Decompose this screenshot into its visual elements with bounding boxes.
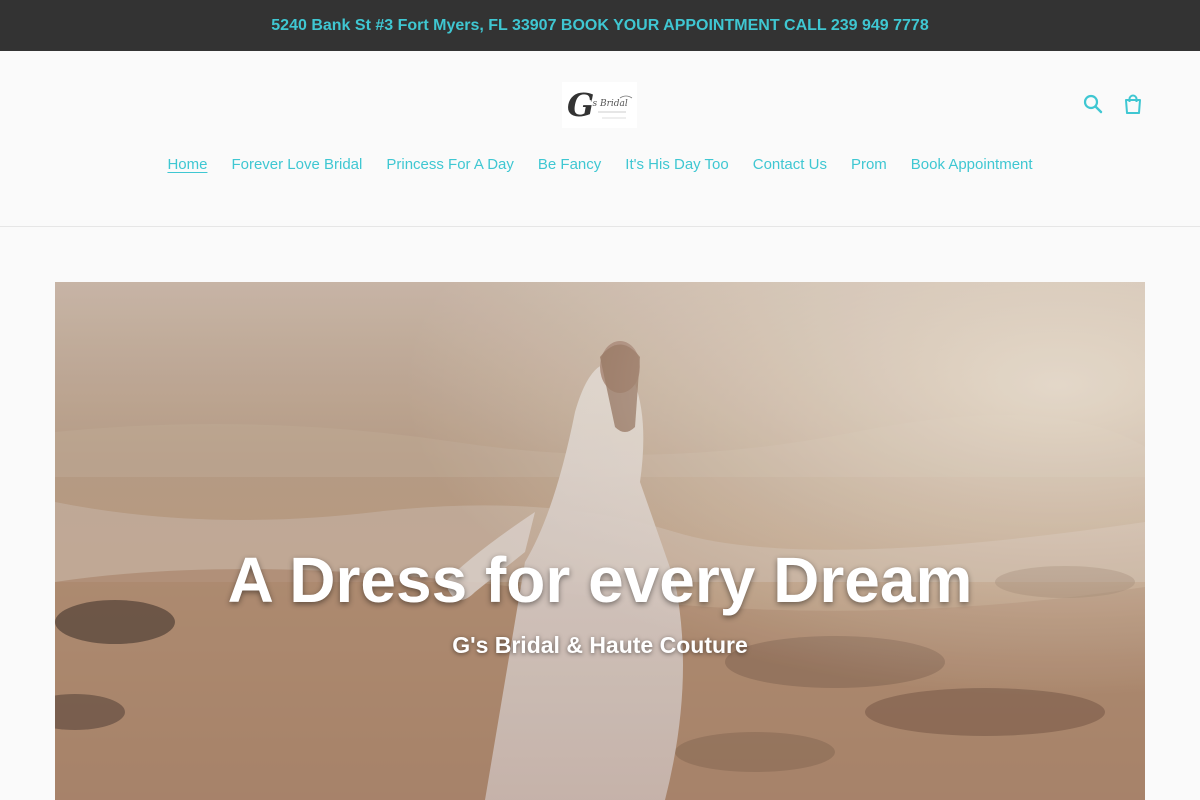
logo-image: G 's Bridal [562,82,637,128]
nav-item-be-fancy[interactable]: Be Fancy [526,154,613,176]
hero-title: A Dress for every Dream [227,544,973,616]
nav-item-book-appointment[interactable]: Book Appointment [899,154,1045,176]
header-icons [1080,91,1146,117]
hero-image [55,282,1145,800]
nav-item-home[interactable]: Home [155,154,219,176]
nav-item-its-his-day-too[interactable]: It's His Day Too [613,154,740,176]
main-nav: Home Forever Love Bridal Princess For A … [0,154,1200,176]
announcement-bar: 5240 Bank St #3 Fort Myers, FL 33907 BOO… [0,0,1200,51]
nav-item-princess-for-a-day[interactable]: Princess For A Day [374,154,526,176]
nav-item-forever-love-bridal[interactable]: Forever Love Bridal [219,154,374,176]
site-logo[interactable]: G 's Bridal [562,82,637,128]
search-icon[interactable] [1080,91,1106,117]
nav-item-prom[interactable]: Prom [839,154,899,176]
nav-item-contact-us[interactable]: Contact Us [741,154,839,176]
svg-text:'s Bridal: 's Bridal [590,99,628,109]
announcement-link[interactable]: 5240 Bank St #3 Fort Myers, FL 33907 BOO… [271,17,928,35]
hero-subtitle: G's Bridal & Haute Couture [452,632,748,658]
hero-banner[interactable]: A Dress for every Dream G's Bridal & Hau… [55,282,1145,800]
cart-icon[interactable] [1120,91,1146,117]
site-header: G 's Bridal Home Forever Love Bridal Pri… [0,51,1200,227]
hero-text: A Dress for every Dream G's Bridal & Hau… [55,544,1145,659]
